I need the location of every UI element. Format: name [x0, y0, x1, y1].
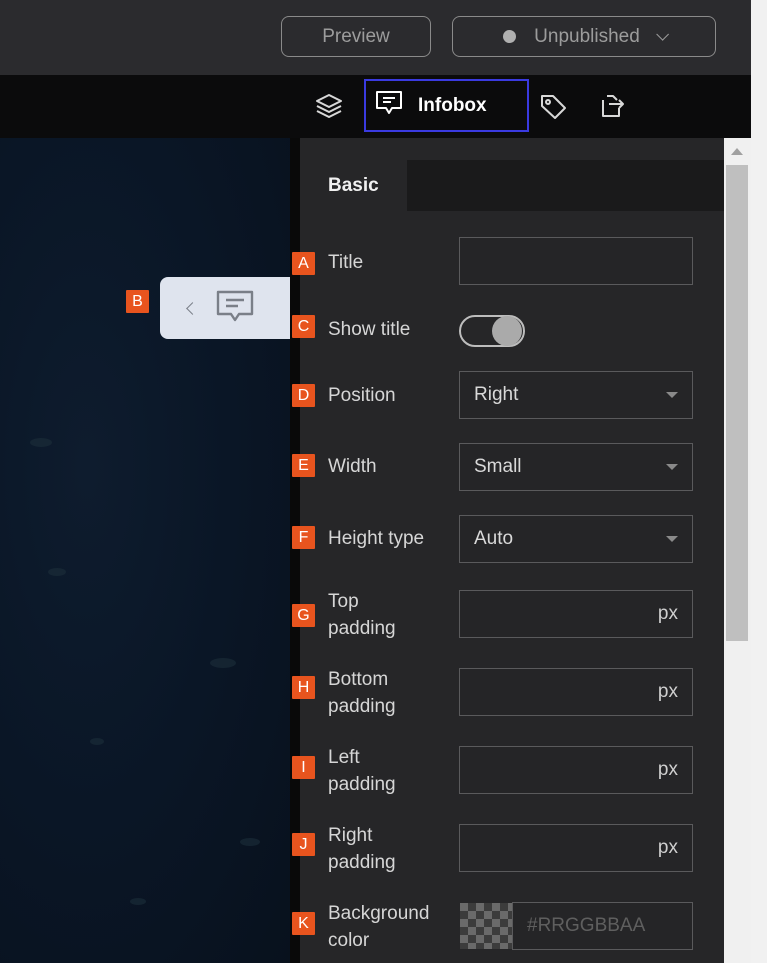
- left-padding-label-line2: padding: [328, 774, 396, 795]
- status-dot-icon: [503, 30, 517, 43]
- unit-label: px: [657, 837, 678, 858]
- background-color-input[interactable]: #RRGGBBAA: [512, 902, 693, 950]
- background-color-label-line1: Background: [328, 903, 430, 924]
- width-value: Small: [474, 456, 522, 477]
- show-title-toggle[interactable]: [459, 315, 525, 347]
- marker-i: I: [292, 756, 315, 779]
- unit-label: px: [657, 759, 678, 780]
- panel-tabs: Basic: [300, 160, 724, 211]
- bottom-padding-label: Bottom padding: [328, 666, 396, 720]
- right-padding-label: Right padding: [328, 822, 396, 876]
- marker-j: J: [292, 833, 315, 856]
- publish-status-label: Unpublished: [534, 25, 640, 47]
- tab-basic[interactable]: Basic: [300, 160, 407, 211]
- bottom-padding-label-line2: padding: [328, 696, 396, 717]
- background-color-label: Background color: [328, 900, 429, 954]
- tab-infobox-label: Infobox: [418, 94, 487, 116]
- chevron-left-icon: [186, 301, 199, 315]
- height-type-value: Auto: [474, 528, 514, 549]
- right-padding-label-line1: Right: [328, 825, 373, 846]
- marker-h: H: [292, 676, 315, 699]
- title-input[interactable]: [459, 237, 693, 285]
- marker-f: F: [292, 526, 315, 549]
- background-color-placeholder: #RRGGBBAA: [527, 915, 646, 936]
- right-padding-input[interactable]: px: [459, 824, 693, 872]
- tab-basic-label: Basic: [328, 174, 379, 196]
- tab-infobox[interactable]: Infobox: [364, 79, 529, 132]
- marker-b: B: [126, 290, 149, 313]
- map-canvas[interactable]: [0, 138, 290, 963]
- marker-a: A: [292, 252, 315, 275]
- unit-label: px: [657, 603, 678, 624]
- preview-label: Preview: [322, 25, 390, 47]
- position-select[interactable]: Right: [459, 371, 693, 419]
- infobox-icon: [215, 288, 255, 329]
- infobox-toggle-tab[interactable]: [160, 277, 290, 339]
- plugin-toolbar: Infobox: [0, 75, 751, 138]
- marker-c: C: [292, 315, 315, 338]
- marker-e: E: [292, 454, 315, 477]
- export-icon[interactable]: [594, 89, 628, 123]
- top-padding-label-line2: padding: [328, 618, 396, 639]
- background-color-label-line2: color: [328, 930, 370, 951]
- top-header: Preview Unpublished: [0, 0, 751, 75]
- height-type-select[interactable]: Auto: [459, 515, 693, 563]
- bottom-padding-label-line1: Bottom: [328, 669, 389, 690]
- right-padding-label-line2: padding: [328, 852, 396, 873]
- left-padding-input[interactable]: px: [459, 746, 693, 794]
- preview-button[interactable]: Preview: [281, 16, 431, 57]
- window-edge: [751, 0, 767, 963]
- publish-status-dropdown[interactable]: Unpublished: [452, 16, 716, 57]
- position-label: Position: [328, 385, 396, 406]
- toggle-knob: [492, 316, 522, 346]
- marker-k: K: [292, 912, 315, 935]
- marker-g: G: [292, 604, 315, 627]
- unit-label: px: [657, 681, 678, 702]
- top-padding-input[interactable]: px: [459, 590, 693, 638]
- panel-scrollbar[interactable]: [724, 138, 751, 963]
- width-select[interactable]: Small: [459, 443, 693, 491]
- height-type-label: Height type: [328, 528, 425, 549]
- caret-down-icon: [666, 536, 678, 542]
- left-padding-label-line1: Left: [328, 747, 360, 768]
- chevron-down-icon: [656, 28, 669, 41]
- width-label: Width: [328, 456, 377, 477]
- top-padding-label: Top padding: [328, 588, 396, 642]
- title-label: Title: [328, 252, 364, 273]
- scroll-thumb[interactable]: [726, 165, 748, 641]
- tag-icon[interactable]: [536, 89, 570, 123]
- position-value: Right: [474, 384, 519, 405]
- bottom-padding-input[interactable]: px: [459, 668, 693, 716]
- scroll-up-arrow-icon[interactable]: [731, 148, 743, 155]
- top-padding-label-line1: Top: [328, 591, 359, 612]
- infobox-icon: [374, 89, 404, 123]
- layers-icon[interactable]: [312, 89, 346, 123]
- color-swatch[interactable]: [460, 903, 512, 949]
- marker-d: D: [292, 384, 315, 407]
- show-title-label: Show title: [328, 319, 411, 340]
- caret-down-icon: [666, 392, 678, 398]
- caret-down-icon: [666, 464, 678, 470]
- left-padding-label: Left padding: [328, 744, 396, 798]
